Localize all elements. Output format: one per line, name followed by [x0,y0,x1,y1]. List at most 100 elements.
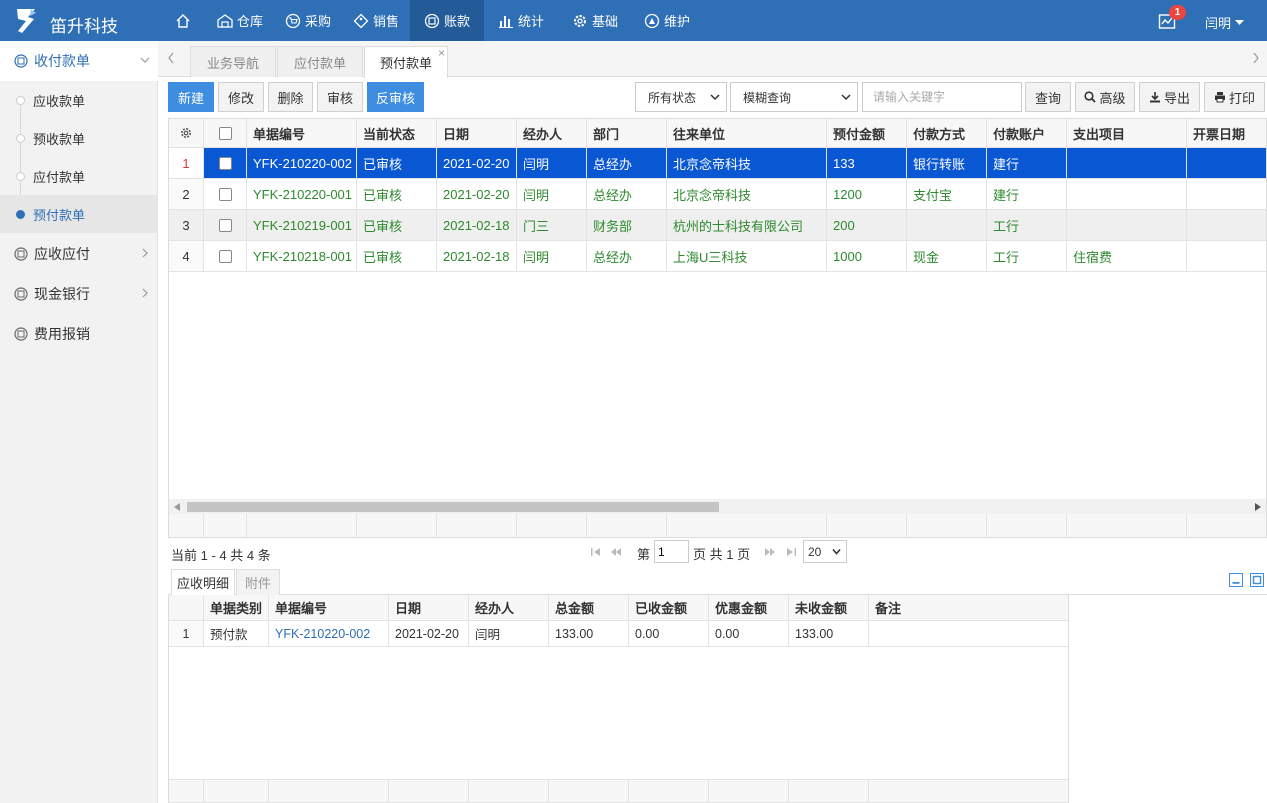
new-button[interactable]: 新建 [168,82,214,112]
edit-button[interactable]: 修改 [218,82,264,112]
sidebar-group-label: 应收应付 [34,246,90,262]
prev-page-icon[interactable] [611,548,621,556]
column-header[interactable]: 付款方式 [907,119,987,148]
search-input[interactable] [862,82,1022,112]
column-header[interactable]: 备注 [869,595,1068,621]
cell-amount: 1200 [827,179,907,210]
column-header[interactable]: 付款账户 [987,119,1067,148]
page-number-input[interactable] [654,540,689,563]
tab-advance-payment[interactable]: 预付款单 [364,46,448,78]
coin-icon [14,247,28,261]
nav-item-maintenance[interactable]: 维护 [632,0,702,41]
export-button[interactable]: 导出 [1139,82,1200,112]
next-page-icon[interactable] [765,548,775,556]
cell-date: 2021-02-20 [437,179,517,210]
table-row[interactable]: 2 YFK-210220-001 已审核 2021-02-20 闫明 总经办 北… [169,179,1266,210]
column-header[interactable]: 优惠金额 [709,595,789,621]
scrollbar-thumb[interactable] [187,502,719,512]
status-select[interactable]: 所有状态 [635,82,727,112]
close-icon[interactable]: × [438,47,445,59]
minimize-icon [1232,582,1240,584]
column-header[interactable]: 单据编号 [247,119,357,148]
table-row[interactable]: 4 YFK-210218-001 已审核 2021-02-18 闫明 总经办 上… [169,241,1266,272]
approve-button[interactable]: 审核 [317,82,363,112]
tab-attachments[interactable]: 附件 [236,569,280,595]
first-page-icon[interactable] [591,548,601,556]
query-mode-select[interactable]: 模糊查询 [730,82,858,112]
column-header[interactable]: 支出项目 [1067,119,1187,148]
nav-item-gear[interactable]: 基础 [558,0,632,41]
sidebar-item-receivable-bill[interactable]: 应收款单 [0,81,158,119]
column-header[interactable]: 未收金额 [789,595,869,621]
column-header[interactable]: 经办人 [517,119,587,148]
column-header[interactable]: 日期 [437,119,517,148]
row-checkbox-cell[interactable] [204,210,247,241]
user-menu[interactable]: 闫明 [1205,13,1245,32]
cell-account: 建行 [987,148,1067,179]
chevron-left-icon[interactable] [166,51,176,65]
column-header[interactable]: 总金额 [549,595,629,621]
unapprove-button[interactable]: 反审核 [367,82,424,112]
cell-bill-id-link[interactable]: YFK-210220-002 [269,621,389,647]
cell-bill-id: YFK-210220-002 [247,148,357,179]
select-all-checkbox[interactable] [218,126,232,140]
row-checkbox-cell[interactable] [204,148,247,179]
table-row[interactable]: 3 YFK-210219-001 已审核 2021-02-18 门三 财务部 杭… [169,210,1266,241]
scroll-right-icon[interactable] [1255,503,1261,511]
row-number: 4 [169,241,204,272]
select-all-cell[interactable] [204,119,247,148]
footer-cell [357,514,437,537]
row-checkbox[interactable] [218,187,232,201]
nav-item-cart[interactable]: 采购 [274,0,342,41]
scroll-left-icon[interactable] [174,503,180,511]
nav-item-money[interactable]: 账款 [410,0,484,41]
column-header[interactable]: 预付金额 [827,119,907,148]
detail-row[interactable]: 1 预付款 YFK-210220-002 2021-02-20 闫明 133.0… [169,621,1068,647]
coin-icon [14,54,28,68]
chevron-right-icon[interactable] [1251,51,1261,65]
sidebar-group-expense[interactable]: 费用报销 [0,314,158,354]
query-button[interactable]: 查询 [1025,82,1071,112]
tab-payable-bill[interactable]: 应付款单 [277,46,363,77]
footer-cell [517,514,587,537]
column-header[interactable]: 往来单位 [667,119,827,148]
row-checkbox-cell[interactable] [204,179,247,210]
sidebar-item-payable-bill[interactable]: 应付款单 [0,157,158,195]
sidebar-item-advance-receipt[interactable]: 预收款单 [0,119,158,157]
advanced-search-button[interactable]: 高级 [1075,82,1135,112]
column-header[interactable]: 已收金额 [629,595,709,621]
row-checkbox[interactable] [218,249,232,263]
column-header[interactable]: 单据编号 [269,595,389,621]
nav-item-warehouse[interactable]: 仓库 [206,0,274,41]
cell-handler: 闫明 [517,241,587,272]
column-header[interactable]: 经办人 [469,595,549,621]
row-checkbox[interactable] [218,218,232,232]
row-checkbox-cell[interactable] [204,241,247,272]
last-page-icon[interactable] [786,548,796,556]
column-header[interactable]: 当前状态 [357,119,437,148]
print-button[interactable]: 打印 [1204,82,1265,112]
sidebar-group-receivable-payable[interactable]: 应收应付 [0,234,158,274]
minimize-button[interactable] [1229,573,1243,587]
footer-cell [169,514,204,537]
table-row[interactable]: 1 YFK-210220-002 已审核 2021-02-20 闫明 总经办 北… [169,148,1266,179]
column-header[interactable]: 日期 [389,595,469,621]
footer-cell [667,514,827,537]
tag-icon [353,13,369,28]
tab-receivable-detail[interactable]: 应收明细 [171,569,235,595]
maximize-button[interactable] [1250,573,1264,587]
delete-button[interactable]: 删除 [268,82,313,112]
nav-item-bar-chart[interactable]: 统计 [484,0,558,41]
sidebar-group-cash-bank[interactable]: 现金银行 [0,274,158,314]
sidebar-group-receipt-payment[interactable]: 收付款单 [0,41,158,81]
column-header[interactable]: 单据类别 [204,595,269,621]
page-size-select[interactable]: 20 [803,540,847,563]
column-header[interactable]: 部门 [587,119,667,148]
row-checkbox[interactable] [218,156,232,170]
nav-item-home[interactable] [160,0,206,41]
nav-item-tag[interactable]: 销售 [342,0,410,41]
column-settings-cell[interactable] [169,119,204,148]
horizontal-scrollbar[interactable] [169,499,1266,514]
column-header[interactable]: 开票日期 [1187,119,1266,148]
tab-business-nav[interactable]: 业务导航 [190,46,276,77]
